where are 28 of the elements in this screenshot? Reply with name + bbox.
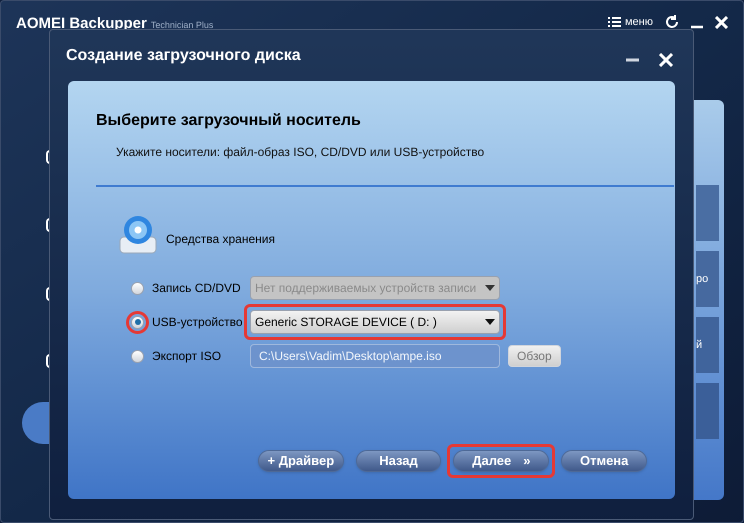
refresh-icon[interactable]	[665, 15, 679, 30]
panel-item-text: ро	[696, 272, 708, 287]
panel-item-text: й	[696, 338, 702, 353]
dialog-button[interactable]: Отмена	[561, 450, 648, 472]
app-edition: Technician Plus	[150, 19, 214, 32]
disk-drive-icon	[118, 215, 158, 255]
option-label: Экспорт ISO	[152, 348, 222, 365]
option-label: USB-устройство	[152, 314, 242, 331]
dialog-button[interactable]: Назад	[356, 450, 442, 472]
dropdown[interactable]: Generic STORAGE DEVICE ( D: )	[250, 310, 500, 334]
panel-item[interactable]: й	[696, 317, 719, 373]
close-icon[interactable]	[715, 16, 728, 29]
menu-icon	[608, 17, 621, 28]
dialog-button[interactable]: + Драйвер	[258, 450, 344, 472]
dialog-subtitle: Укажите носители: файл-образ ISO, CD/DVD или USB-устройство	[116, 144, 486, 161]
option-label: Запись CD/DVD	[152, 280, 241, 297]
caret-icon	[485, 319, 495, 325]
menu-button[interactable]: меню	[608, 14, 653, 30]
app-title: AOMEI Backupper	[16, 14, 147, 34]
close-icon[interactable]	[659, 52, 673, 66]
panel-item[interactable]: ро	[696, 251, 719, 307]
radio-button[interactable]	[131, 316, 144, 328]
dialog-title: Создание загрузочного диска	[66, 46, 301, 66]
caret-icon	[485, 285, 495, 291]
dialog-button[interactable]: Далее »	[453, 450, 550, 472]
minimize-icon[interactable]	[626, 56, 639, 62]
section-label: Средства хранения	[166, 231, 275, 248]
dialog-heading: Выберите загрузочный носитель	[96, 111, 362, 131]
